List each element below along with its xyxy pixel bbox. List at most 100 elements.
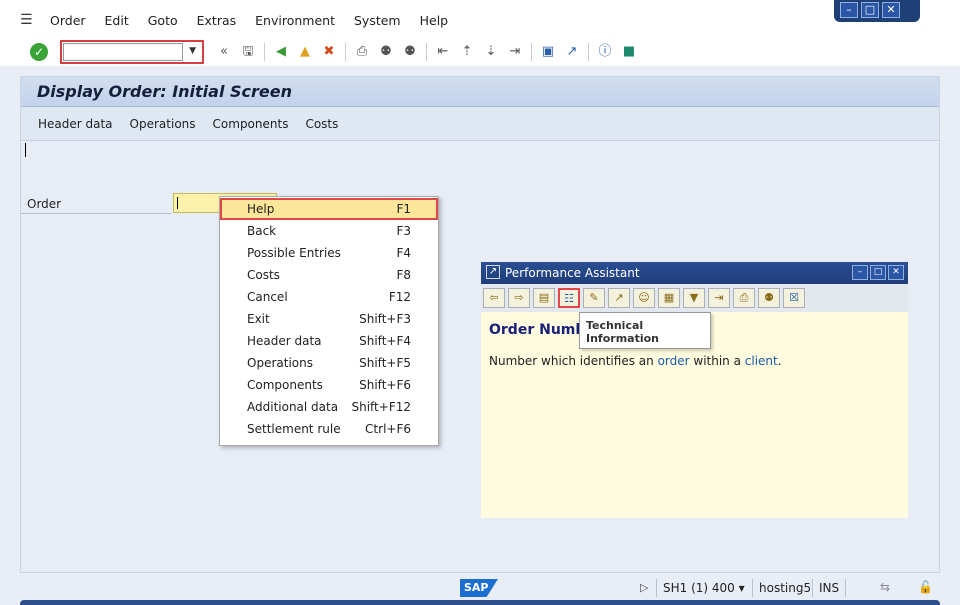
export-icon[interactable]: ⇥ [708,288,730,308]
costs-button[interactable]: Costs [305,117,338,131]
pa-toolbar: ⇦ ⇨ ▤ ☷ ✎ ↗ ☺ ▦ ▼ ⇥ ⎙ ⚉ ☒ [481,284,908,312]
context-item-help[interactable]: Help F1 [220,198,438,220]
separator [426,43,427,61]
lock-icon[interactable]: 🔓 [918,580,933,594]
close-icon[interactable]: ✕ [882,2,900,18]
context-item-label: Help [247,202,275,216]
operations-button[interactable]: Operations [130,117,196,131]
context-item-shortcut: Shift+F6 [359,378,411,392]
dropdown-icon[interactable]: ▼ [683,288,705,308]
context-menu: Help F1 Back F3 Possible Entries F4 Costs F8… [219,196,439,446]
tooltip: Technical Information [579,312,711,349]
menu-extras[interactable]: Extras [197,13,237,28]
menu-icon[interactable]: ☰ [20,11,38,29]
context-item-shortcut: Shift+F3 [359,312,411,326]
pa-text-part: within a [689,354,745,368]
context-item-settlement-rule[interactable]: Settlement rule Ctrl+F6 [220,418,438,440]
first-page-icon[interactable]: ⇤ [434,43,452,61]
context-item-operations[interactable]: Operations Shift+F5 [220,352,438,374]
context-item-costs[interactable]: Costs F8 [220,264,438,286]
table-icon[interactable]: ▦ [658,288,680,308]
pa-title: Performance Assistant [505,266,640,280]
context-item-shortcut: Shift+F12 [351,400,411,414]
host-name: hosting5 [759,581,812,595]
menu-system[interactable]: System [354,13,401,28]
context-item-possible-entries[interactable]: Possible Entries F4 [220,242,438,264]
context-item-label: Exit [247,312,270,326]
cancel-icon[interactable]: ✖ [320,43,338,61]
arrow-right-icon[interactable]: ⇨ [508,288,530,308]
context-item-header-data[interactable]: Header data Shift+F4 [220,330,438,352]
find-next-icon[interactable]: ⚉ [401,43,419,61]
system-text: SH1 (1) 400 [663,581,735,595]
context-item-shortcut: F8 [396,268,411,282]
print-icon[interactable]: ⎙ [733,288,755,308]
chevron-down-icon[interactable]: ▼ [189,46,196,56]
context-item-label: Components [247,378,323,392]
divider [812,579,813,597]
menu-help[interactable]: Help [420,13,449,28]
minimize-icon[interactable]: – [840,2,858,18]
pa-title-bar[interactable]: ↗ Performance Assistant – □ ✕ [481,262,908,284]
window-bottom-edge [20,600,940,605]
maximize-icon[interactable]: □ [870,265,886,280]
context-item-label: Settlement rule [247,422,341,436]
create-session-icon[interactable]: ▣ [539,43,557,61]
menu-edit[interactable]: Edit [105,13,129,28]
close-window-icon[interactable]: ☒ [783,288,805,308]
exit-icon[interactable]: ▲ [296,43,314,61]
context-item-shortcut: Shift+F4 [359,334,411,348]
enter-check-icon[interactable]: ✓ [30,43,48,61]
edit-icon[interactable]: ✎ [583,288,605,308]
menu-order[interactable]: Order [50,13,86,28]
pa-text-part: Number which identifies an [489,354,658,368]
last-page-icon[interactable]: ⇥ [506,43,524,61]
find-icon[interactable]: ⚉ [758,288,780,308]
order-link[interactable]: order [658,354,690,368]
divider [845,579,846,597]
system-info[interactable]: SH1 (1) 400 ▾ [663,581,745,595]
link-icon[interactable]: ↗ [608,288,630,308]
title-bar: Display Order: Initial Screen [21,77,939,107]
context-item-back[interactable]: Back F3 [220,220,438,242]
shortcut-icon[interactable]: ↗ [563,43,581,61]
previous-page-icon[interactable]: ⇡ [458,43,476,61]
help-icon[interactable]: ⓘ [596,43,614,61]
arrow-left-icon[interactable]: ⇦ [483,288,505,308]
components-button[interactable]: Components [213,117,289,131]
context-item-additional-data[interactable]: Additional data Shift+F12 [220,396,438,418]
user-icon[interactable]: ☺ [633,288,655,308]
divider [21,213,171,214]
divider [656,579,657,597]
find-icon[interactable]: ⚉ [377,43,395,61]
header-data-button[interactable]: Header data [38,117,113,131]
print-icon[interactable]: ⎙ [353,43,371,61]
command-input[interactable] [63,43,183,61]
performance-assistant-window: ↗ Performance Assistant – □ ✕ ⇦ ⇨ ▤ ☷ ✎ … [481,262,908,518]
separator [345,43,346,61]
maximize-icon[interactable]: □ [861,2,879,18]
insert-mode[interactable]: INS [819,581,839,595]
close-icon[interactable]: ✕ [888,265,904,280]
context-item-shortcut: Shift+F5 [359,356,411,370]
context-item-components[interactable]: Components Shift+F6 [220,374,438,396]
context-item-exit[interactable]: Exit Shift+F3 [220,308,438,330]
menu-environment[interactable]: Environment [255,13,335,28]
client-link[interactable]: client [745,354,778,368]
layout-menu-icon[interactable]: ■ [620,43,638,61]
context-item-shortcut: Ctrl+F6 [365,422,411,436]
back-icon[interactable]: ◀ [272,43,290,61]
collapse-icon[interactable]: « [215,43,233,61]
play-icon[interactable]: ▷ [640,581,648,594]
application-toolbar: Header data Operations Components Costs [21,107,939,141]
command-field[interactable]: ▼ [60,40,204,64]
settings-icon[interactable]: ⇆ [880,580,890,594]
menu-goto[interactable]: Goto [148,13,178,28]
standard-toolbar: ✓ ▼ « 🖫 ◀ ▲ ✖ ⎙ ⚉ ⚉ ⇤ ⇡ ⇣ ⇥ ▣ ↗ ⓘ ■ [0,38,960,66]
context-item-cancel[interactable]: Cancel F12 [220,286,438,308]
book-icon[interactable]: ▤ [533,288,555,308]
minimize-icon[interactable]: – [852,265,868,280]
save-icon[interactable]: 🖫 [239,43,257,61]
next-page-icon[interactable]: ⇣ [482,43,500,61]
technical-information-icon[interactable]: ☷ [558,288,580,308]
